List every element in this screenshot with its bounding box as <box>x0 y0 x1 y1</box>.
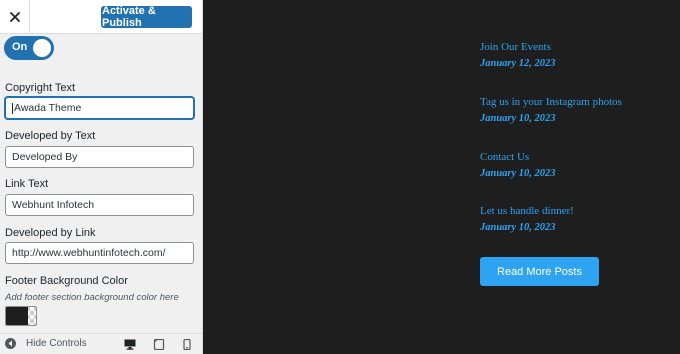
color-picker-swatch[interactable] <box>5 306 37 326</box>
desktop-icon <box>124 339 136 350</box>
mobile-icon <box>183 339 191 350</box>
post-title-link[interactable]: Let us handle dinner! <box>480 205 574 217</box>
sidebar-header: Activate & Publish <box>0 0 202 34</box>
developed-by-text-label: Developed by Text <box>5 130 96 142</box>
post-date: January 10, 2023 <box>480 168 556 179</box>
copyright-text-input[interactable]: Awada Theme <box>5 97 194 119</box>
post-date: January 10, 2023 <box>480 113 556 124</box>
developed-by-link-input[interactable]: http://www.webhuntinfotech.com/ <box>5 242 194 264</box>
hide-controls-label: Hide Controls <box>26 338 87 349</box>
link-text-input[interactable]: Webhunt Infotech <box>5 194 194 216</box>
toggle-knob <box>33 39 51 57</box>
footer-bg-color-description: Add footer section background color here <box>5 292 179 303</box>
copyright-text-value: Awada Theme <box>14 102 82 114</box>
developed-by-link-label: Developed by Link <box>5 227 96 239</box>
customizer-sidebar: Activate & Publish On Copyright Text Awa… <box>0 0 203 354</box>
tablet-preview-button[interactable] <box>153 339 165 350</box>
close-icon <box>9 11 20 22</box>
developed-by-link-value: http://www.webhuntinfotech.com/ <box>12 247 166 259</box>
sidebar-footer: Hide Controls <box>0 333 202 354</box>
text-caret <box>12 102 13 114</box>
post-date: January 12, 2023 <box>480 58 556 69</box>
link-text-label: Link Text <box>5 178 49 190</box>
activate-publish-button[interactable]: Activate & Publish <box>101 5 192 29</box>
post-title-link[interactable]: Join Our Events <box>480 41 551 53</box>
footer-toggle-switch[interactable]: On <box>4 36 54 60</box>
developed-by-text-value: Developed By <box>12 151 78 163</box>
close-button[interactable] <box>0 0 30 33</box>
toggle-label: On <box>12 41 28 53</box>
collapse-arrow-icon <box>5 338 16 349</box>
site-preview: Join Our Events January 12, 2023 Tag us … <box>203 0 680 354</box>
read-more-posts-button[interactable]: Read More Posts <box>480 257 599 286</box>
developed-by-text-input[interactable]: Developed By <box>5 146 194 168</box>
hide-controls-button[interactable]: Hide Controls <box>5 338 87 349</box>
post-date: January 10, 2023 <box>480 222 556 233</box>
selected-color <box>6 307 28 325</box>
tablet-icon <box>153 339 165 350</box>
mobile-preview-button[interactable] <box>181 339 193 350</box>
copyright-text-label: Copyright Text <box>5 82 76 94</box>
post-title-link[interactable]: Tag us in your Instagram photos <box>480 96 622 108</box>
post-title-link[interactable]: Contact Us <box>480 151 529 163</box>
link-text-value: Webhunt Infotech <box>12 199 95 211</box>
desktop-preview-button[interactable] <box>124 339 136 350</box>
footer-bg-color-label: Footer Background Color <box>5 275 128 287</box>
